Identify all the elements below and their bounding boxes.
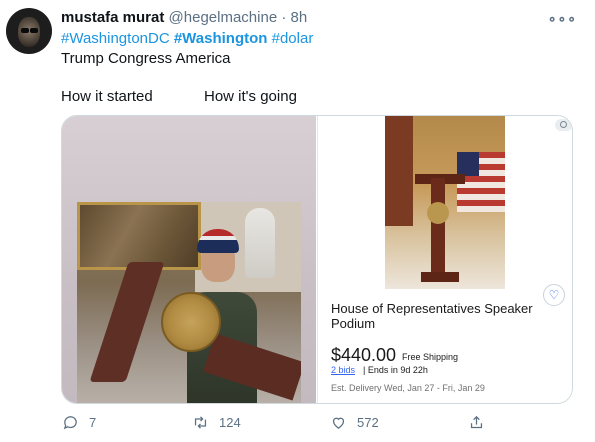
reply-count: 7	[89, 415, 97, 430]
glasses-right	[30, 28, 38, 33]
shipping-label: Free Shipping	[402, 352, 459, 362]
door	[385, 116, 413, 226]
ends-in-label: | Ends in 9d 22h	[363, 365, 428, 375]
right-listing-panel[interactable]: ♡ House of Representatives Speaker Podiu…	[317, 116, 572, 403]
listing-price: $440.00	[331, 345, 397, 365]
retweet-icon	[194, 416, 207, 429]
ellipsis-icon[interactable]: ∘∘∘	[548, 10, 577, 27]
podium-shape	[89, 262, 165, 382]
caption-how-it-started: How it started	[61, 88, 153, 105]
like-button[interactable]: 572	[330, 414, 379, 431]
bids-link[interactable]: 2 bids	[331, 365, 355, 375]
reply-icon	[63, 416, 77, 430]
author-handle[interactable]: @hegelmachine	[169, 9, 278, 26]
flags-canton	[457, 152, 479, 176]
avatar[interactable]	[6, 8, 52, 54]
separator-dot: ·	[281, 9, 287, 26]
podium-seal	[427, 202, 449, 224]
heart-like-icon	[332, 417, 345, 429]
retweet-count: 124	[219, 415, 241, 430]
podium-stand	[431, 178, 445, 278]
tweet-actions: 7 124 572	[0, 414, 595, 432]
glasses-left	[21, 28, 29, 33]
painting	[77, 202, 201, 270]
reply-button[interactable]: 7	[62, 414, 96, 431]
image-search-icon[interactable]	[555, 119, 572, 131]
left-image-panel[interactable]	[62, 116, 316, 403]
hashtag-washington[interactable]: #Washington	[174, 30, 268, 47]
timestamp[interactable]: 8h	[291, 9, 308, 26]
delivery-estimate: Est. Delivery Wed, Jan 27 - Fri, Jan 29	[331, 383, 485, 393]
tweet-header: mustafa murat @hegelmachine · 8h	[61, 9, 307, 26]
podium-base	[421, 272, 459, 282]
retweet-button[interactable]: 124	[192, 414, 241, 431]
hashtag-line: #WashingtonDC #Washington #dolar	[61, 30, 313, 47]
share-icon	[470, 415, 483, 429]
like-count: 572	[357, 415, 379, 430]
podium-listing-photo	[385, 116, 505, 289]
author-name[interactable]: mustafa murat	[61, 9, 164, 26]
hashtag-washingtondc[interactable]: #WashingtonDC	[61, 30, 170, 47]
share-button[interactable]	[468, 414, 495, 431]
hashtag-dolar[interactable]: #dolar	[272, 30, 314, 47]
statue	[245, 208, 275, 278]
listing-title[interactable]: House of Representatives Speaker Podium	[331, 301, 563, 331]
capitol-photo	[77, 202, 301, 403]
tweet-text: Trump Congress America	[61, 50, 231, 67]
tweet-media[interactable]: ♡ House of Representatives Speaker Podiu…	[61, 115, 573, 404]
caption-how-its-going: How it's going	[204, 88, 297, 105]
seal-emblem	[161, 292, 221, 352]
